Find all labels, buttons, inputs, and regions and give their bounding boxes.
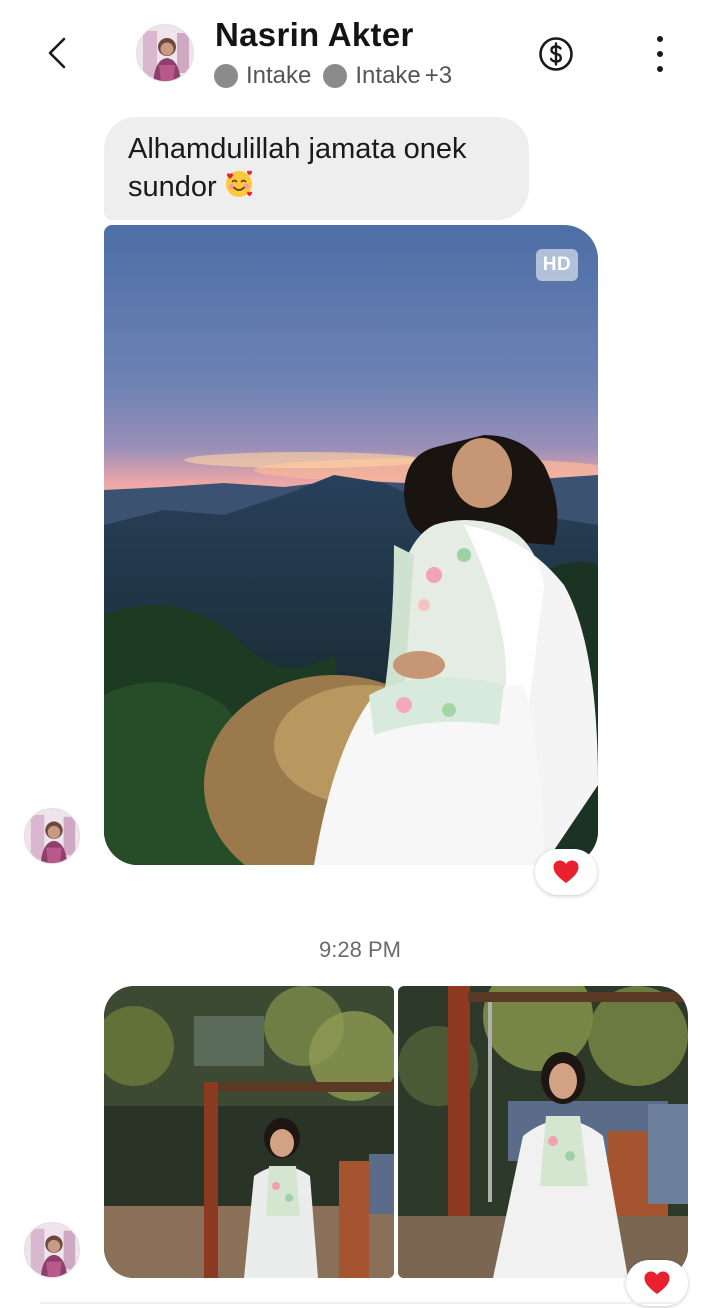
photo-image (104, 986, 394, 1278)
chevron-left-icon (48, 37, 66, 69)
divider (40, 1302, 680, 1304)
more-options-button[interactable] (648, 36, 672, 72)
status-label: Intake (355, 62, 421, 89)
status-label: Intake (246, 62, 312, 89)
dollar-circle-icon (539, 37, 573, 71)
back-button[interactable] (30, 26, 84, 80)
photo-thumbnail[interactable] (104, 986, 394, 1278)
chat-screen: Nasrin Akter Intake Intake +3 Alhamdulil… (0, 0, 720, 1308)
sender-avatar[interactable] (24, 808, 80, 864)
avatar-image (137, 25, 193, 81)
photo-image (398, 986, 688, 1278)
heart-icon (553, 860, 579, 883)
more-vertical-icon-dot (657, 51, 663, 57)
chat-header: Nasrin Akter Intake Intake +3 (0, 0, 720, 108)
contact-name[interactable]: Nasrin Akter (215, 16, 414, 54)
photo-thumbnail[interactable] (398, 986, 688, 1278)
payment-button[interactable] (538, 36, 574, 72)
photo-group-message (104, 986, 688, 1278)
contact-status: Intake Intake +3 (214, 62, 452, 90)
status-extra-count: +3 (424, 62, 453, 89)
photo-image (104, 225, 598, 865)
heart-icon (644, 1271, 670, 1294)
status-dot-icon (214, 64, 238, 88)
message-timestamp: 9:28 PM (319, 937, 401, 962)
avatar-image (25, 1223, 79, 1277)
photo-reaction[interactable] (535, 849, 597, 895)
smiling-face-with-hearts-icon (225, 170, 252, 197)
incoming-text-message[interactable]: Alhamdulillah jamata onek sundor (104, 117, 529, 220)
message-text: Alhamdulillah jamata onek sundor (128, 133, 467, 203)
contact-avatar[interactable] (136, 24, 194, 82)
sender-avatar[interactable] (24, 1222, 80, 1278)
more-vertical-icon-dot (657, 66, 663, 72)
more-vertical-icon-dot (657, 36, 663, 42)
avatar-image (25, 809, 79, 863)
photo-group-reaction[interactable] (626, 1260, 688, 1306)
status-dot-icon (323, 64, 348, 88)
hd-badge: HD (536, 249, 578, 281)
photo-message[interactable]: HD (104, 225, 598, 865)
